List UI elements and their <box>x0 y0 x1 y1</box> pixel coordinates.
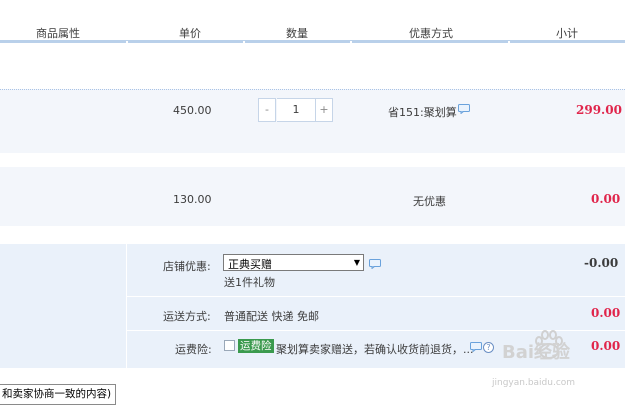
insurance-label: 运费险: <box>175 343 212 356</box>
chat-icon[interactable] <box>369 259 381 272</box>
item-subtotal: 0.00 <box>591 192 621 206</box>
item-price: 130.00 <box>173 193 212 206</box>
quantity-decrease-button[interactable]: - <box>258 98 276 122</box>
dropdown-arrow-icon: ▼ <box>353 258 360 267</box>
panel-divider <box>126 296 625 297</box>
chat-icon[interactable] <box>470 342 482 355</box>
table-row <box>0 167 625 226</box>
shipping-label: 运送方式: <box>163 310 211 323</box>
message-input[interactable]: 和卖家协商一致的内容) <box>0 384 116 405</box>
insurance-checkbox[interactable] <box>224 340 235 351</box>
discount-method: 省151:聚划算 <box>388 106 457 119</box>
table-header <box>0 0 639 44</box>
discount-method: 无优惠 <box>413 195 446 208</box>
panel-divider <box>126 244 127 368</box>
shop-discount-amount: -0.00 <box>584 256 619 270</box>
header-divider <box>243 41 245 44</box>
column-header-price: 单价 <box>179 27 201 40</box>
header-divider <box>126 41 128 44</box>
quantity-input[interactable]: 1 <box>277 98 315 122</box>
column-header-discount: 优惠方式 <box>409 27 453 40</box>
header-divider <box>350 41 352 44</box>
watermark-brand: Bai经验 <box>502 342 571 363</box>
shop-discount-selected: 正典买赠 <box>228 258 272 271</box>
column-header-subtotal: 小计 <box>556 27 578 40</box>
shipping-amount: 0.00 <box>591 306 621 320</box>
quantity-increase-button[interactable]: + <box>315 98 333 122</box>
insurance-amount: 0.00 <box>591 339 621 353</box>
header-divider <box>508 41 510 44</box>
quantity-stepper: - 1 + <box>258 98 335 122</box>
chat-icon[interactable] <box>458 104 470 117</box>
item-price: 450.00 <box>173 104 212 117</box>
insurance-tag: 运费险 <box>238 339 274 353</box>
column-header-attributes: 商品属性 <box>36 27 80 40</box>
column-header-quantity: 数量 <box>286 27 308 40</box>
shop-discount-note: 送1件礼物 <box>224 276 275 289</box>
help-icon[interactable]: ? <box>483 342 494 353</box>
watermark-url: jingyan.baidu.com <box>492 378 576 388</box>
shipping-method: 普通配送 快递 免邮 <box>224 310 319 323</box>
page-edge <box>625 44 639 407</box>
header-underline <box>0 40 625 43</box>
shop-discount-label: 店铺优惠: <box>163 260 211 273</box>
insurance-description: 聚划算卖家赠送，若确认收货前退货，... <box>276 343 474 356</box>
shop-discount-select[interactable]: 正典买赠 ▼ <box>223 254 364 271</box>
item-subtotal: 299.00 <box>576 103 622 117</box>
